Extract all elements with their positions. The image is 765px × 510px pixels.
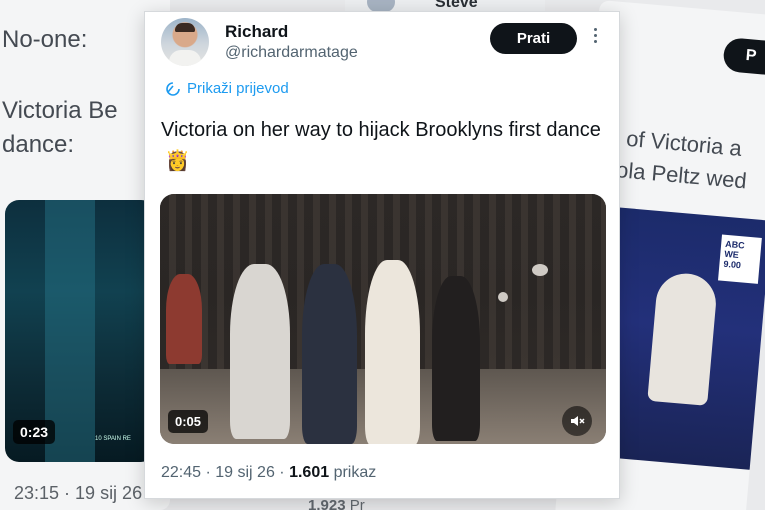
bg-right-channel-badge: ABC WE 9.00 [718,234,762,284]
video-duration: 0:05 [168,410,209,433]
more-icon[interactable] [591,28,599,48]
video-figure [302,264,357,444]
follow-button[interactable]: Prati [490,23,577,54]
video-figure [365,260,420,444]
video-figure [230,264,290,439]
video-figure [166,274,202,364]
tweet-meta: 22:45 · 19 sij 26 · 1.601 prikaz [161,464,376,482]
bg-left-video[interactable]: 0:23 10 SPAIN RE [5,200,155,462]
translate-icon [166,81,180,96]
translate-label: Prikaži prijevod [187,80,289,97]
bg-right-text: e of Victoria a cola Peltz wed [604,124,748,194]
bg-left-video-duration: 0:23 [13,420,56,444]
crown-emoji-icon: 👸 [165,150,190,172]
translate-link[interactable]: Prikaži prijevod [165,80,289,97]
bg-left-video-logo: 10 SPAIN RE [95,436,131,442]
video-figure [432,276,480,441]
tweet-video[interactable]: 0:05 [160,194,606,444]
view-label: prikaz [333,464,377,481]
bg-left-text-line1: No-one: [2,26,88,53]
user-handle[interactable]: @richardarmatage [225,44,358,62]
avatar[interactable] [161,18,209,66]
user-name[interactable]: Richard [225,22,288,42]
tweet-text: Victoria on her way to hijack Brooklyns … [161,116,611,175]
mute-icon [571,416,585,426]
bg-right-follow-button[interactable]: P [722,37,765,77]
bottom-peek: 1.923 Pr [308,497,365,510]
tweet-card: Richard @richardarmatage Prati Prikaži p… [144,11,620,499]
bg-right-video-person [647,271,719,406]
view-count: 1.601 [289,464,330,481]
mute-button[interactable] [562,406,592,436]
tweet-timestamp[interactable]: 22:45 · 19 sij 26 · [161,464,285,481]
